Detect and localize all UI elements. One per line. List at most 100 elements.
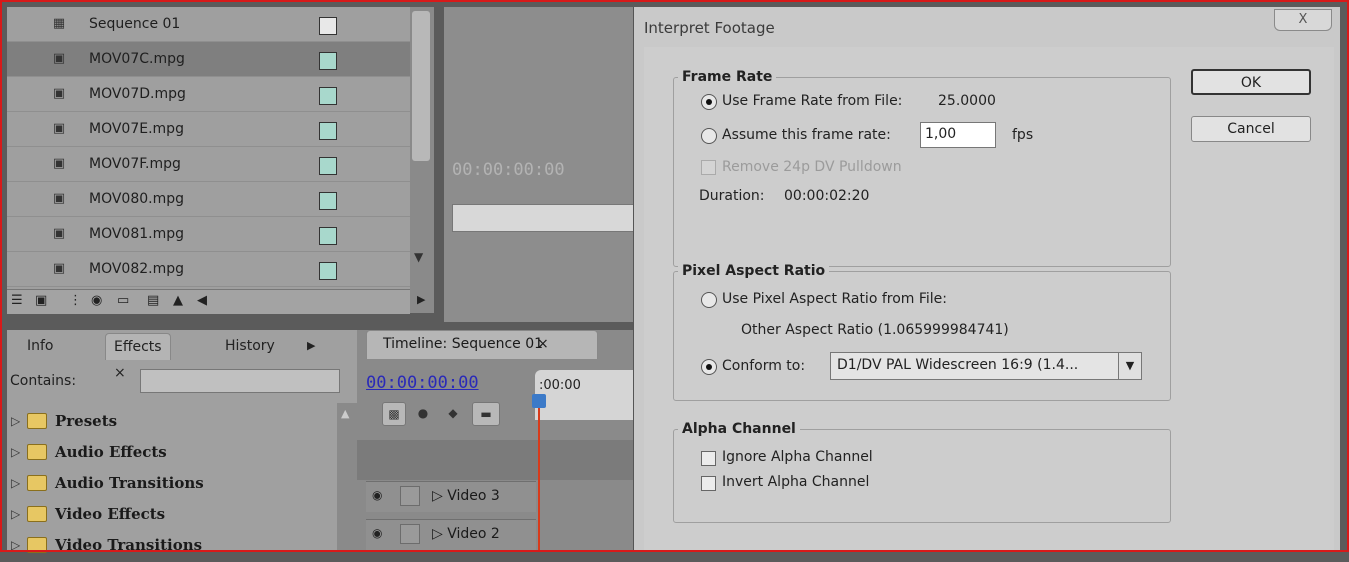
effects-folder-audio-transitions[interactable]: ▷ Audio Transitions (7, 470, 337, 500)
monitor-scrub-bar[interactable] (452, 204, 636, 232)
new-item-icon[interactable]: ▤ (147, 293, 159, 308)
assume-frame-rate-radio[interactable] (701, 128, 717, 144)
effects-scrollbar[interactable]: ▲ (337, 403, 357, 552)
list-view-icon[interactable]: ☰ (11, 293, 23, 308)
effects-folder-video-transitions[interactable]: ▷ Video Transitions (7, 532, 337, 562)
project-scrollbar[interactable]: ▼ (410, 7, 434, 289)
folder-icon (27, 506, 47, 522)
tab-timeline[interactable]: Timeline: Sequence 01 × (366, 330, 598, 359)
project-panel: ▦ Sequence 01 ▣ MOV07C.mpg ▣ MOV07D.mpg … (7, 7, 410, 289)
video-clip-icon: ▣ (52, 226, 66, 241)
monitor-timecode: 00:00:00:00 (452, 160, 565, 180)
panel-menu-icon[interactable]: ▶ (307, 333, 315, 359)
effects-folder-video-effects[interactable]: ▷ Video Effects (7, 501, 337, 531)
tab-effects-label: Effects (114, 339, 162, 355)
project-item-clip[interactable]: ▣ MOV081.mpg (7, 217, 410, 252)
track-video-3[interactable]: ◉ ▷ Video 3 (366, 481, 536, 512)
invert-alpha-checkbox[interactable] (701, 476, 716, 491)
folder-label: Audio Effects (55, 443, 167, 461)
eye-icon[interactable]: ◉ (372, 526, 382, 540)
project-item-clip[interactable]: ▣ MOV07F.mpg (7, 147, 410, 182)
use-file-pixel-aspect-radio[interactable] (701, 292, 717, 308)
project-item-label: MOV082.mpg (89, 261, 185, 277)
close-button[interactable]: X (1274, 9, 1332, 31)
remove-pulldown-checkbox[interactable] (701, 160, 716, 175)
project-item-clip[interactable]: ▣ MOV07E.mpg (7, 112, 410, 147)
close-icon[interactable]: × (537, 336, 549, 352)
expand-triangle-icon[interactable]: ▷ (11, 445, 20, 459)
track-name-text: Video 3 (447, 488, 500, 504)
frame-rate-input[interactable]: 1,00 (920, 122, 996, 148)
video-clip-icon: ▣ (52, 191, 66, 206)
ignore-alpha-checkbox[interactable] (701, 451, 716, 466)
scroll-right-icon[interactable]: ▶ (417, 293, 425, 306)
ruler-time-label: :00:00 (539, 378, 581, 393)
cancel-button[interactable]: Cancel (1191, 116, 1311, 142)
folder-label: Video Effects (55, 505, 166, 523)
use-file-frame-rate-radio[interactable] (701, 94, 717, 110)
zoom-icon[interactable]: ▬ (472, 402, 500, 426)
conform-to-selected-value: D1/DV PAL Widescreen 16:9 (1.4... (837, 357, 1079, 373)
project-item-sequence[interactable]: ▦ Sequence 01 (7, 7, 410, 42)
expand-triangle-icon[interactable]: ▷ (11, 538, 20, 552)
conform-to-radio[interactable] (701, 359, 717, 375)
track-name: ▷ Video 3 (432, 488, 500, 504)
expand-triangle-icon[interactable]: ▷ (11, 476, 20, 490)
duration-label: Duration: (699, 188, 765, 204)
sequence-icon: ▦ (52, 16, 66, 31)
icon-view-icon[interactable]: ▣ (35, 293, 47, 308)
folder-icon (27, 413, 47, 429)
effects-folder-audio-effects[interactable]: ▷ Audio Effects (7, 439, 337, 469)
ok-button[interactable]: OK (1191, 69, 1311, 95)
project-item-label: MOV07E.mpg (89, 121, 184, 137)
new-bin-icon[interactable]: ▭ (117, 293, 129, 308)
lock-toggle[interactable] (400, 524, 420, 544)
chevron-down-icon[interactable]: ▼ (1118, 353, 1141, 379)
timeline-ruler[interactable]: :00:00 (535, 370, 633, 420)
automate-icon[interactable]: ⋮ (69, 293, 82, 308)
alpha-channel-title: Alpha Channel (678, 421, 800, 437)
scrollbar-thumb[interactable] (412, 11, 430, 161)
video-clip-icon: ▣ (52, 51, 66, 66)
project-item-clip[interactable]: ▣ MOV07D.mpg (7, 77, 410, 112)
tab-history[interactable]: History (225, 333, 275, 359)
pixel-aspect-title: Pixel Aspect Ratio (678, 263, 830, 279)
label-color-swatch (319, 52, 337, 70)
effects-folder-presets[interactable]: ▷ Presets (7, 408, 337, 438)
toolbar-scroll-right[interactable]: ▶ (410, 289, 434, 313)
scroll-left-icon[interactable]: ◀ (197, 293, 207, 308)
marker-icon[interactable]: ● (412, 402, 434, 424)
invert-alpha-label: Invert Alpha Channel (722, 474, 870, 490)
assume-frame-rate-label: Assume this frame rate: (722, 127, 891, 143)
tab-info[interactable]: Info (27, 333, 54, 359)
snap-icon[interactable]: ▩ (382, 402, 406, 426)
tab-effects[interactable]: Effects × (105, 333, 171, 381)
timeline-timecode[interactable]: 00:00:00:00 (366, 373, 479, 393)
project-item-label: MOV081.mpg (89, 226, 185, 242)
project-item-clip[interactable]: ▣ MOV080.mpg (7, 182, 410, 217)
scroll-down-icon[interactable]: ▼ (414, 250, 423, 264)
project-item-clip[interactable]: ▣ MOV082.mpg (7, 252, 410, 287)
project-item-clip[interactable]: ▣ MOV07C.mpg (7, 42, 410, 77)
timeline-track-area (357, 440, 633, 480)
label-color-swatch (319, 87, 337, 105)
contains-search-input[interactable] (140, 369, 340, 393)
video-clip-icon: ▣ (52, 86, 66, 101)
eye-icon[interactable]: ◉ (372, 488, 382, 502)
track-video-2[interactable]: ◉ ▷ Video 2 (366, 519, 536, 550)
keyframe-icon[interactable]: ◆ (442, 402, 464, 424)
conform-to-select[interactable]: D1/DV PAL Widescreen 16:9 (1.4... ▼ (830, 352, 1142, 380)
fps-label: fps (1012, 127, 1034, 143)
conform-to-label: Conform to: (722, 358, 806, 374)
find-icon[interactable]: ◉ (91, 293, 102, 308)
file-frame-rate-value: 25.0000 (938, 93, 996, 109)
project-item-label: MOV07F.mpg (89, 156, 181, 172)
expand-triangle-icon[interactable]: ▷ (11, 507, 20, 521)
playhead-line[interactable] (538, 400, 540, 552)
scroll-up-icon[interactable]: ▲ (341, 407, 349, 420)
close-icon[interactable]: × (114, 365, 126, 381)
playhead-handle[interactable] (532, 394, 546, 408)
trash-icon[interactable]: ▲ (173, 293, 183, 308)
lock-toggle[interactable] (400, 486, 420, 506)
expand-triangle-icon[interactable]: ▷ (11, 414, 20, 428)
